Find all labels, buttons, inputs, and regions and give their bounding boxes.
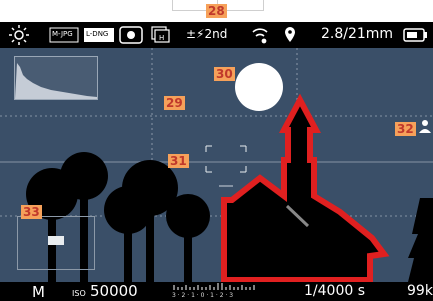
histogram-graph bbox=[15, 63, 97, 99]
remaining-shots: 99k bbox=[407, 283, 433, 299]
location-icon bbox=[285, 27, 295, 42]
lens-label: 2.8/21mm bbox=[321, 26, 394, 42]
metering-icon bbox=[119, 26, 143, 44]
exposure-scale-labels: 3 · 2 · 1 · 0 · 1 · 2 · 3 bbox=[172, 292, 234, 299]
zoom-position-marker bbox=[48, 236, 64, 245]
bottom-status-bar: M ISO 50000 3 · 2 · 1 · 0 · 1 · 2 · 3 1/… bbox=[0, 282, 433, 301]
callout-30: 30 bbox=[214, 67, 235, 81]
drive-mode-icon: H bbox=[151, 26, 170, 43]
iso-label: ISO bbox=[72, 289, 86, 298]
callout-31: 31 bbox=[168, 154, 189, 168]
church-clipping-warning bbox=[221, 93, 390, 283]
wifi-icon bbox=[252, 28, 268, 44]
face-detection-icon bbox=[419, 120, 431, 133]
shutter-speed: 1/4000 s bbox=[304, 283, 365, 299]
mjpg-label: M-JPG bbox=[52, 30, 73, 38]
iso-value: 50000 bbox=[90, 282, 138, 300]
svg-text:H: H bbox=[159, 34, 164, 42]
callout-32: 32 bbox=[395, 122, 416, 136]
callout-28: 28 bbox=[206, 4, 227, 18]
camera-live-view-screen: H M-JPG L-DNG ±⚡2nd 2.8/21mm M ISO 50000… bbox=[0, 0, 433, 301]
histogram bbox=[14, 56, 98, 100]
exposure-mode: M bbox=[32, 283, 45, 301]
brightness-icon bbox=[9, 25, 29, 45]
callout-33: 33 bbox=[21, 205, 42, 219]
flash-compensation-label: ±⚡2nd bbox=[186, 27, 228, 41]
battery-icon bbox=[403, 28, 427, 42]
sun-highlight bbox=[235, 63, 283, 111]
callout-29: 29 bbox=[164, 96, 185, 110]
focus-frame[interactable] bbox=[205, 145, 247, 173]
ldng-label: L-DNG bbox=[86, 30, 109, 38]
top-status-bar: H M-JPG L-DNG ±⚡2nd 2.8/21mm bbox=[0, 22, 433, 48]
